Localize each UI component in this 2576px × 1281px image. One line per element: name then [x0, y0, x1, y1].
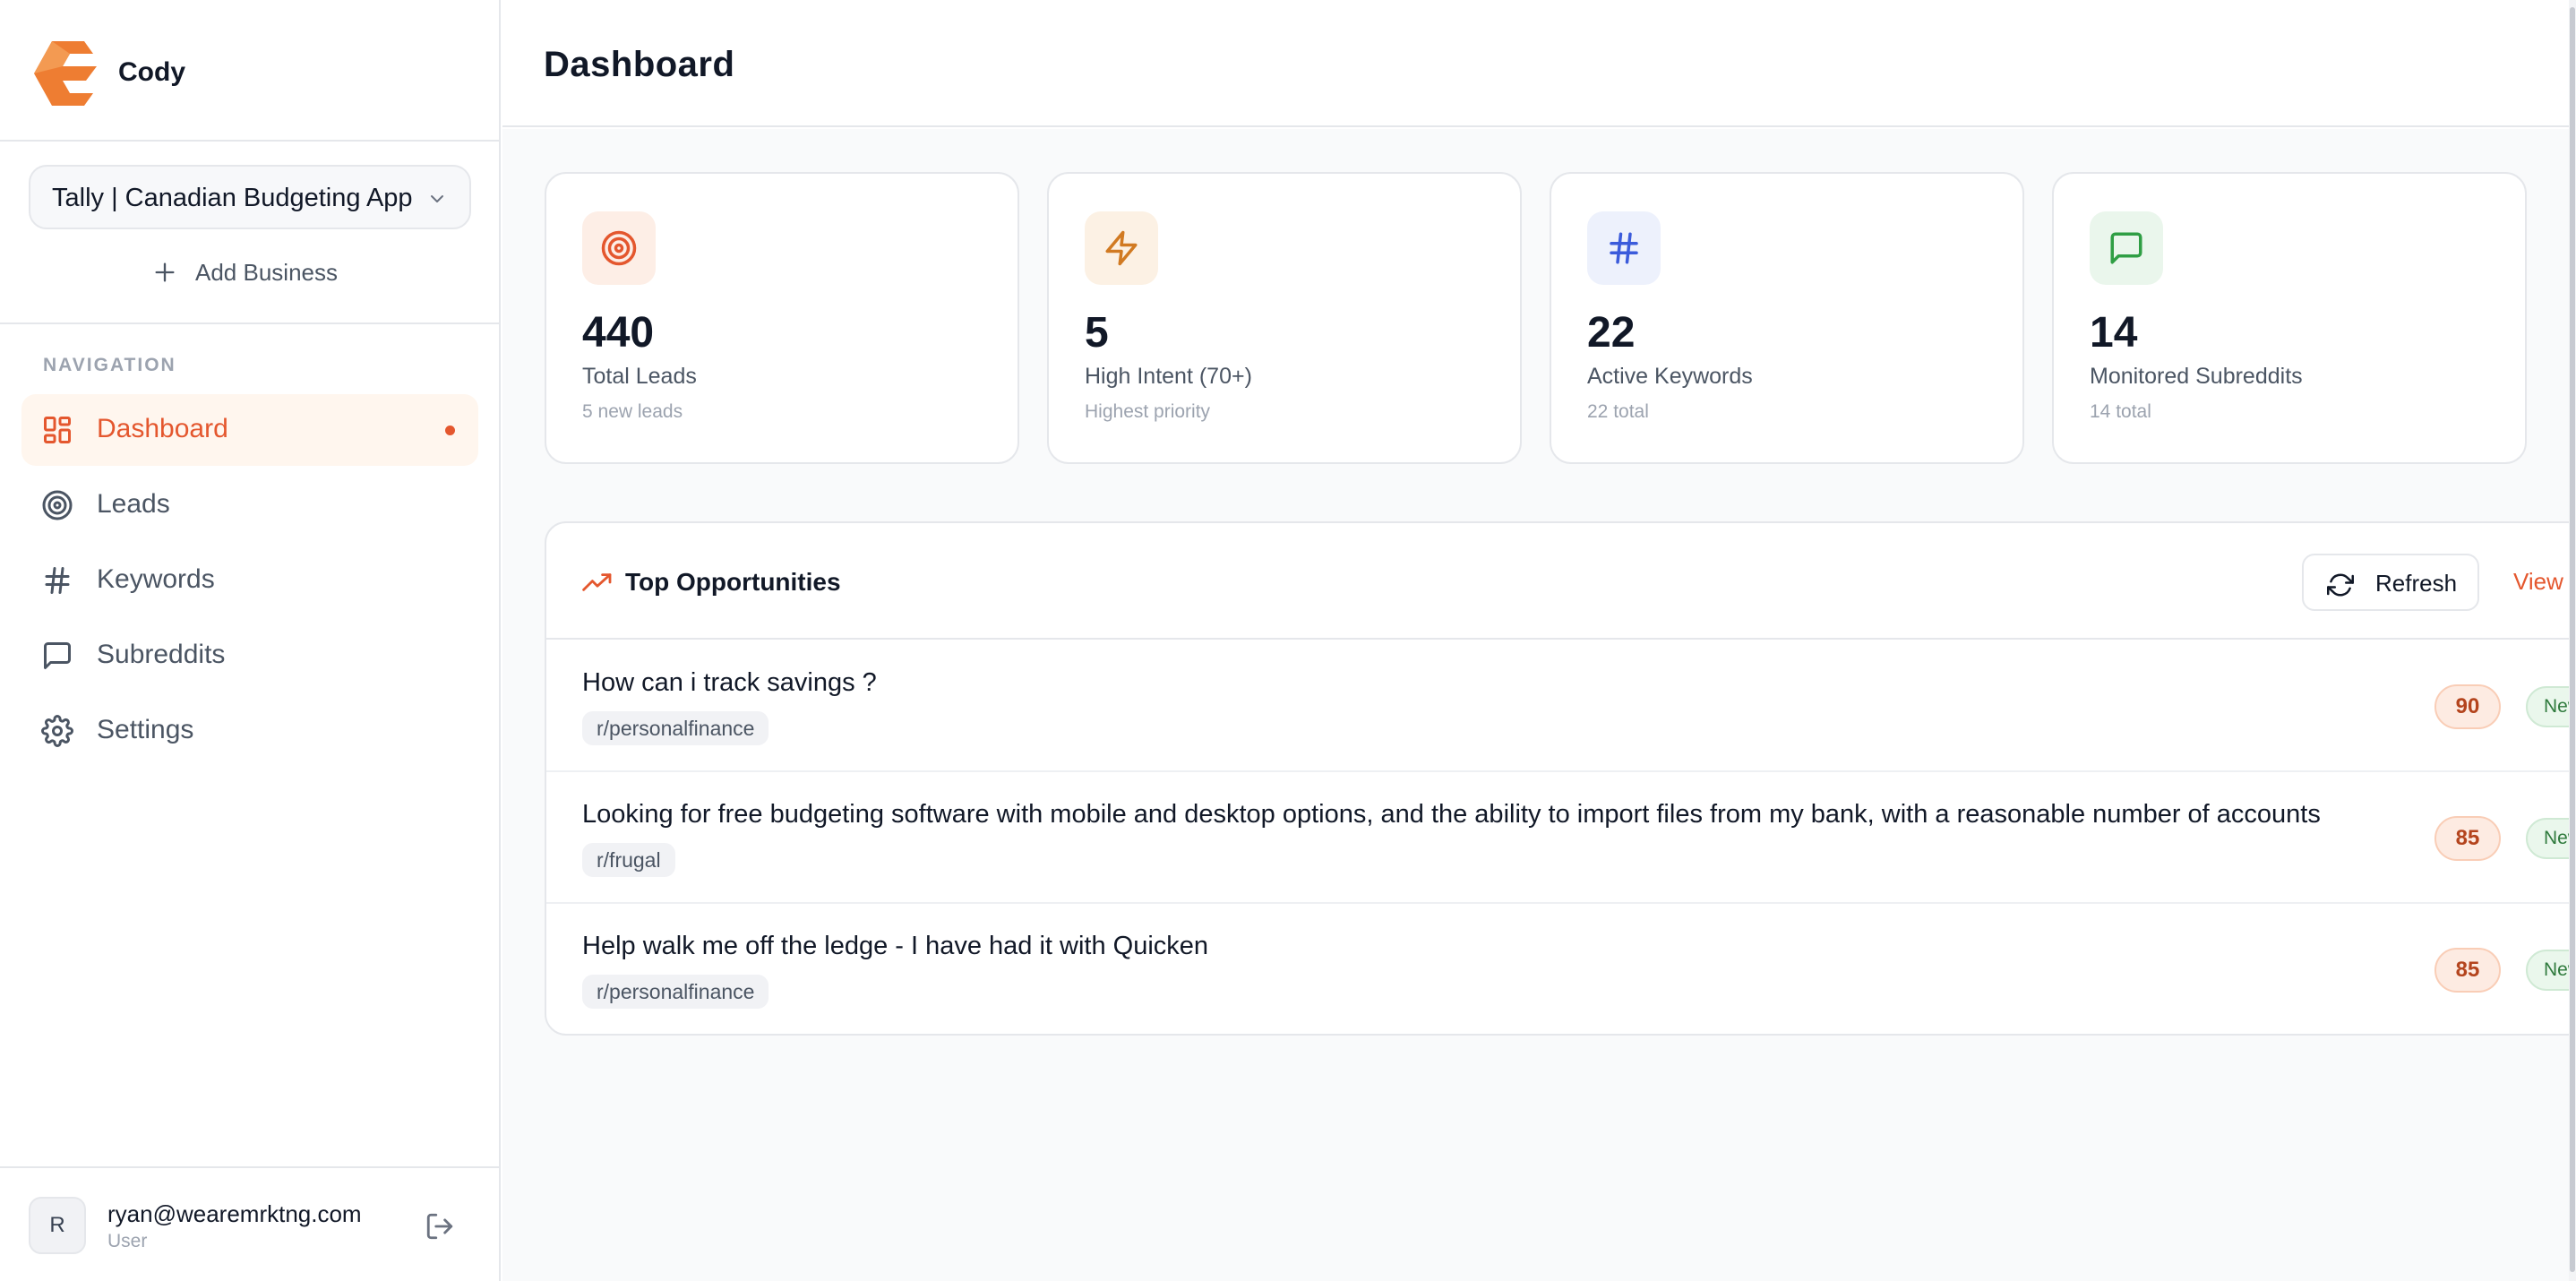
user-role: User: [107, 1231, 148, 1251]
add-business-label: Add Business: [195, 258, 338, 286]
subreddit-tag: r/personalfinance: [582, 711, 769, 745]
sidebar-item-dashboard[interactable]: Dashboard: [21, 394, 478, 466]
sidebar-item-label: Keywords: [97, 564, 215, 594]
view-all-link[interactable]: View: [2513, 568, 2563, 596]
page-title: Dashboard: [544, 45, 735, 84]
stat-value: 22: [1587, 309, 1636, 357]
subreddit-tag: r/personalfinance: [582, 975, 769, 1009]
stat-card-active-keywords: 22 Active Keywords 22 total: [1550, 172, 2024, 464]
hash-icon: [1610, 232, 1638, 264]
stat-card-total-leads: 440 Total Leads 5 new leads: [545, 172, 1019, 464]
cody-logo-icon[interactable]: [34, 41, 102, 106]
active-indicator-dot: [445, 426, 455, 435]
stat-subtext: 22 total: [1587, 401, 1649, 422]
sidebar-item-subreddits[interactable]: Subreddits: [21, 620, 478, 692]
stat-subtext: 5 new leads: [582, 401, 683, 422]
sidebar-item-label: Subreddits: [97, 640, 226, 669]
opportunity-title[interactable]: Looking for free budgeting software with…: [582, 800, 2321, 830]
top-opportunities-header: Top Opportunities Refresh View: [546, 523, 2576, 640]
scrollbar-thumb[interactable]: [2570, 7, 2575, 1272]
zap-icon: [1105, 230, 1138, 266]
subreddit-tag: r/frugal: [582, 843, 675, 877]
gear-icon: [41, 715, 73, 747]
trending-up-icon: [582, 573, 612, 591]
sidebar-item-label: Leads: [97, 489, 170, 519]
sidebar-item-label: Dashboard: [97, 414, 228, 443]
page-header: Dashboard: [502, 0, 2576, 127]
business-select-value: Tally | Canadian Budgeting App: [52, 184, 413, 212]
plus-icon: [155, 262, 175, 282]
stat-label: Total Leads: [582, 364, 697, 389]
stat-icon-box: [1085, 211, 1158, 285]
message-icon: [2110, 232, 2142, 264]
opportunity-row[interactable]: Looking for free budgeting software with…: [546, 773, 2576, 904]
hash-icon: [45, 567, 70, 594]
opportunity-row[interactable]: Help walk me off the ledge - I have had …: [546, 905, 2576, 1034]
business-select[interactable]: Tally | Canadian Budgeting App: [29, 165, 471, 229]
stat-label: Active Keywords: [1587, 364, 1753, 389]
top-opportunities-card: Top Opportunities Refresh View How can i…: [545, 521, 2576, 1036]
stat-value: 14: [2090, 309, 2138, 357]
sidebar-item-label: Settings: [97, 715, 194, 744]
stat-card-monitored-subreddits: 14 Monitored Subreddits 14 total: [2052, 172, 2527, 464]
dashboard-icon: [44, 417, 71, 443]
message-icon: [44, 642, 71, 669]
sidebar-item-leads[interactable]: Leads: [21, 469, 478, 541]
sidebar-item-keywords[interactable]: Keywords: [21, 545, 478, 616]
stat-value: 440: [582, 309, 655, 357]
logout-icon[interactable]: [425, 1211, 455, 1242]
stat-icon-box: [582, 211, 656, 285]
target-icon: [601, 230, 637, 266]
avatar[interactable]: R: [29, 1197, 86, 1254]
divider: [0, 322, 499, 324]
opportunity-title[interactable]: How can i track savings ?: [582, 668, 877, 698]
intent-score-badge: 85: [2434, 948, 2501, 993]
stat-icon-box: [2090, 211, 2163, 285]
brand-name: Cody: [118, 57, 185, 87]
intent-score-badge: 85: [2434, 816, 2501, 861]
brand-header: Cody: [0, 0, 499, 142]
stat-card-high-intent: 5 High Intent (70+) Highest priority: [1047, 172, 1522, 464]
top-opportunities-title: Top Opportunities: [625, 568, 841, 596]
user-email: ryan@wearemrktng.com: [107, 1200, 362, 1227]
stat-icon-box: [1587, 211, 1661, 285]
stat-value: 5: [1085, 309, 1109, 357]
stat-label: Monitored Subreddits: [2090, 364, 2303, 389]
opportunity-title[interactable]: Help walk me off the ledge - I have had …: [582, 932, 1208, 961]
refresh-label: Refresh: [2375, 570, 2458, 597]
stat-subtext: Highest priority: [1085, 401, 1211, 422]
opportunity-row[interactable]: How can i track savings ? r/personalfina…: [546, 641, 2576, 772]
stat-label: High Intent (70+): [1085, 364, 1252, 389]
refresh-icon: [2327, 573, 2354, 597]
add-business-button[interactable]: Add Business: [152, 253, 338, 292]
intent-score-badge: 90: [2434, 684, 2501, 729]
user-panel: R ryan@wearemrktng.com User: [0, 1166, 499, 1281]
chevron-down-icon: [431, 195, 443, 202]
refresh-button[interactable]: Refresh: [2302, 554, 2479, 611]
target-icon: [42, 490, 73, 520]
stat-subtext: 14 total: [2090, 401, 2151, 422]
sidebar-item-settings[interactable]: Settings: [21, 695, 478, 767]
nav-heading: NAVIGATION: [43, 355, 176, 375]
sidebar: Cody Tally | Canadian Budgeting App Add …: [0, 0, 501, 1281]
